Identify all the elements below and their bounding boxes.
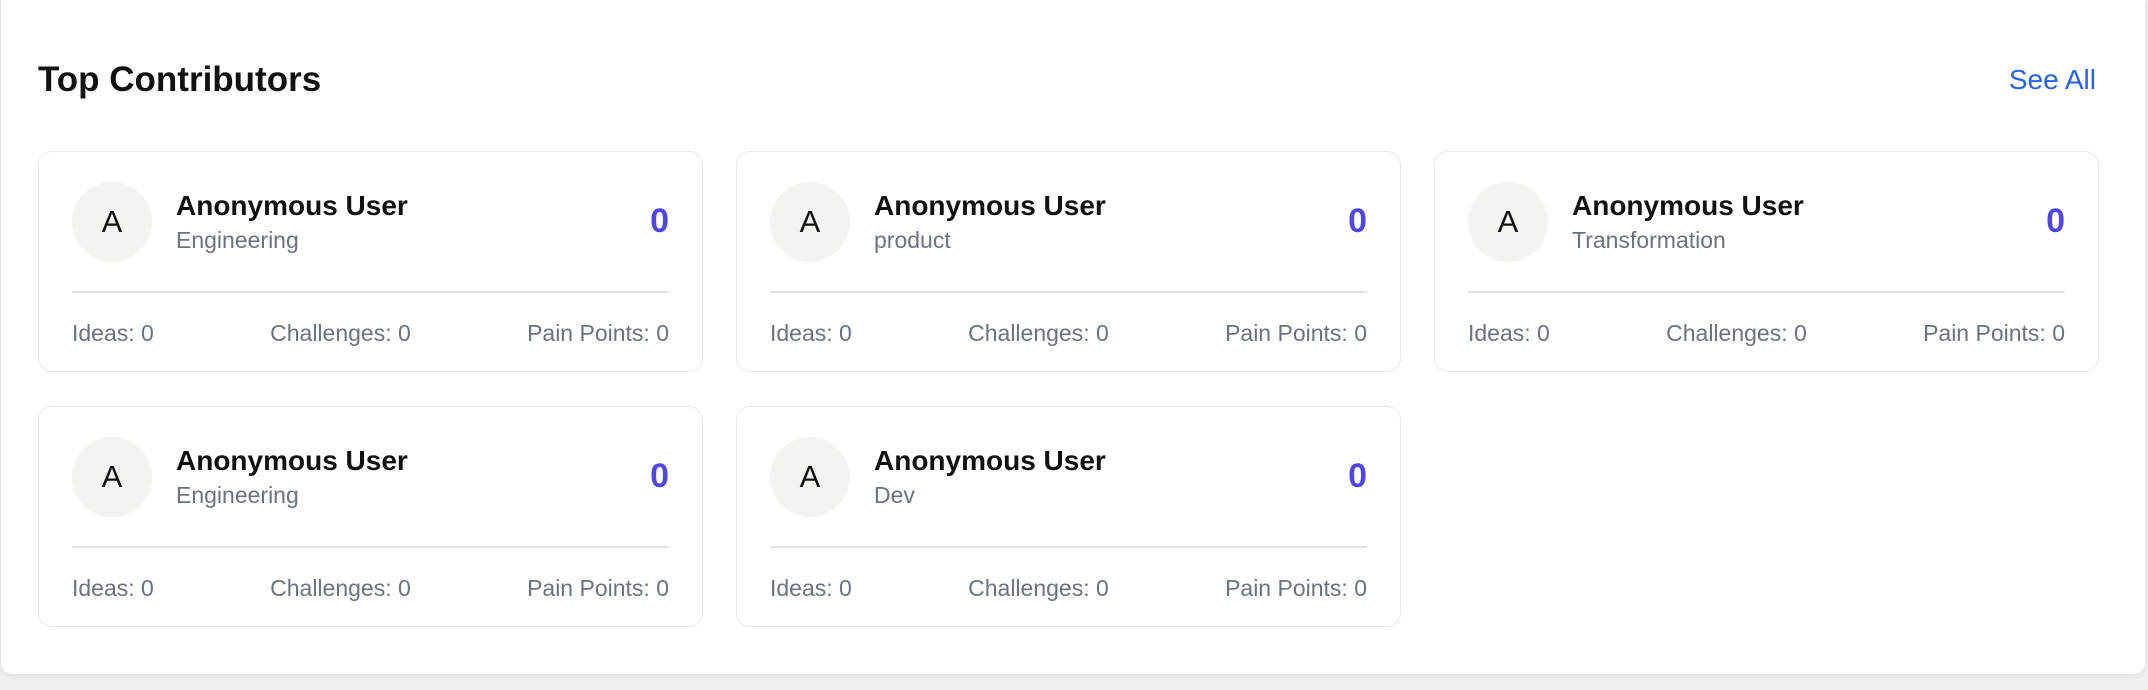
ideas-count: Ideas: 0 — [1468, 319, 1550, 346]
user-info: Anonymous User Transformation — [1572, 188, 2046, 256]
ideas-count: Ideas: 0 — [72, 574, 154, 601]
contributor-card[interactable]: A Anonymous User Dev 0 Ideas: 0 Challeng… — [736, 406, 1401, 627]
pain-points-count: Pain Points: 0 — [1225, 574, 1367, 601]
ideas-count: Ideas: 0 — [770, 574, 852, 601]
avatar[interactable]: A — [770, 436, 850, 517]
contributor-card-header: A Anonymous User Transformation 0 — [1468, 152, 2065, 293]
pain-points-count: Pain Points: 0 — [527, 319, 669, 346]
user-name[interactable]: Anonymous User — [1572, 188, 2046, 224]
contribution-score: 0 — [1348, 202, 1367, 240]
challenges-count: Challenges: 0 — [968, 319, 1109, 346]
pain-points-count: Pain Points: 0 — [1923, 319, 2065, 346]
user-name[interactable]: Anonymous User — [176, 443, 650, 479]
challenges-count: Challenges: 0 — [1666, 319, 1807, 346]
pain-points-count: Pain Points: 0 — [1225, 319, 1367, 346]
contributor-stats: Ideas: 0 Challenges: 0 Pain Points: 0 — [770, 293, 1367, 373]
user-department: product — [874, 226, 951, 253]
contributor-stats: Ideas: 0 Challenges: 0 Pain Points: 0 — [72, 293, 669, 373]
user-info: Anonymous User product — [874, 188, 1348, 256]
top-contributors-panel: Top Contributors See All A Anonymous Use… — [0, 0, 2146, 675]
contribution-score: 0 — [2046, 202, 2065, 240]
user-info: Anonymous User Dev — [874, 443, 1348, 511]
challenges-count: Challenges: 0 — [270, 574, 411, 601]
user-department: Dev — [874, 481, 915, 508]
user-info: Anonymous User Engineering — [176, 443, 650, 511]
ideas-count: Ideas: 0 — [770, 319, 852, 346]
user-department: Engineering — [176, 226, 299, 253]
panel-header: Top Contributors See All — [38, 52, 2096, 108]
contributor-card-header: A Anonymous User Engineering 0 — [72, 407, 669, 548]
contributors-grid: A Anonymous User Engineering 0 Ideas: 0 … — [38, 151, 2100, 627]
section-title: Top Contributors — [38, 60, 322, 99]
avatar[interactable]: A — [770, 181, 850, 262]
avatar[interactable]: A — [72, 436, 152, 517]
user-name[interactable]: Anonymous User — [874, 188, 1348, 224]
contributor-card[interactable]: A Anonymous User Engineering 0 Ideas: 0 … — [38, 406, 703, 627]
contributor-card[interactable]: A Anonymous User product 0 Ideas: 0 Chal… — [736, 151, 1401, 372]
ideas-count: Ideas: 0 — [72, 319, 154, 346]
contribution-score: 0 — [1348, 457, 1367, 495]
challenges-count: Challenges: 0 — [270, 319, 411, 346]
contributor-stats: Ideas: 0 Challenges: 0 Pain Points: 0 — [770, 548, 1367, 628]
user-department: Engineering — [176, 481, 299, 508]
contributor-card-header: A Anonymous User product 0 — [770, 152, 1367, 293]
contributor-card[interactable]: A Anonymous User Transformation 0 Ideas:… — [1434, 151, 2099, 372]
contributor-stats: Ideas: 0 Challenges: 0 Pain Points: 0 — [72, 548, 669, 628]
pain-points-count: Pain Points: 0 — [527, 574, 669, 601]
contributor-card-header: A Anonymous User Engineering 0 — [72, 152, 669, 293]
contributor-card[interactable]: A Anonymous User Engineering 0 Ideas: 0 … — [38, 151, 703, 372]
contribution-score: 0 — [650, 457, 669, 495]
avatar[interactable]: A — [1468, 181, 1548, 262]
user-info: Anonymous User Engineering — [176, 188, 650, 256]
challenges-count: Challenges: 0 — [968, 574, 1109, 601]
see-all-link[interactable]: See All — [2009, 64, 2096, 96]
contribution-score: 0 — [650, 202, 669, 240]
user-name[interactable]: Anonymous User — [176, 188, 650, 224]
contributor-stats: Ideas: 0 Challenges: 0 Pain Points: 0 — [1468, 293, 2065, 373]
avatar[interactable]: A — [72, 181, 152, 262]
contributor-card-header: A Anonymous User Dev 0 — [770, 407, 1367, 548]
user-name[interactable]: Anonymous User — [874, 443, 1348, 479]
user-department: Transformation — [1572, 226, 1726, 253]
